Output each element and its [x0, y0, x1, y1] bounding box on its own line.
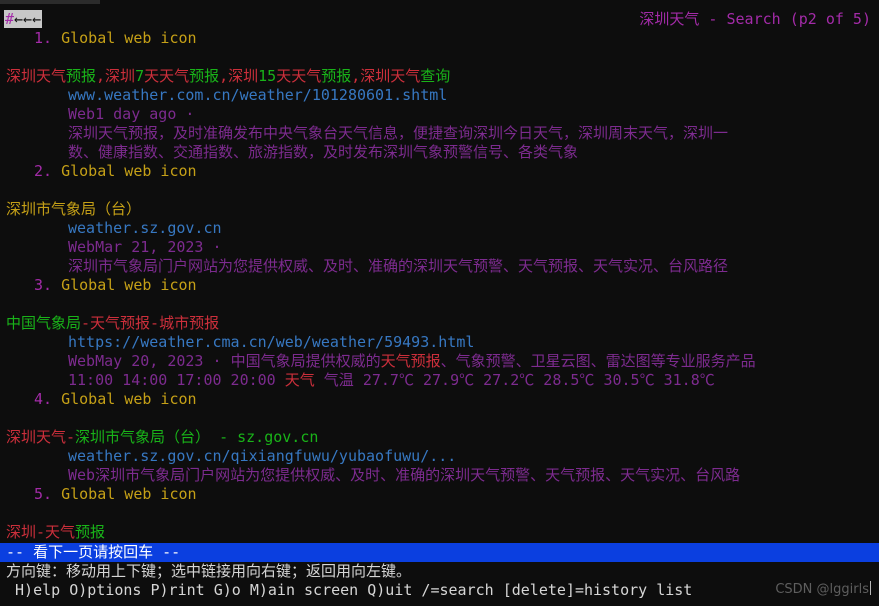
- hash-symbol: #: [5, 10, 15, 28]
- result-title[interactable]: 中国气象局-天气预报-城市预报: [0, 314, 879, 333]
- result-title[interactable]: 深圳市气象局（台）: [0, 200, 879, 219]
- result-number: 3.: [34, 276, 53, 294]
- result-url[interactable]: weather.sz.gov.cn: [0, 219, 879, 238]
- global-web-icon-label: Global web icon: [61, 29, 197, 47]
- text-cursor: [870, 581, 871, 595]
- result-url[interactable]: https://weather.cma.cn/web/weather/59493…: [0, 333, 879, 352]
- watermark-text: CSDN @lggirls: [775, 582, 869, 597]
- result-description: WebMay 20, 2023 · 中国气象局提供权威的天气预报、气象预警、卫星…: [68, 352, 756, 370]
- result-meta: WebMay 20, 2023 ·: [68, 352, 222, 370]
- command-key-list: H)elp O)ptions P)rint G)o M)ain screen Q…: [6, 581, 693, 599]
- result-meta: Web1 day ago ·: [68, 105, 195, 123]
- result-url[interactable]: weather.sz.gov.cn/qixiangfuwu/yubaofuwu/…: [0, 447, 879, 466]
- result-data-line: 11:00 14:00 17:00 20:00 天气 气温 27.7℃ 27.9…: [68, 371, 715, 389]
- back-arrows-icon: ←←←: [14, 10, 42, 28]
- result-index-line[interactable]: 2. Global web icon: [0, 162, 879, 181]
- result-title[interactable]: 深圳天气-深圳市气象局（台） - sz.gov.cn: [0, 428, 879, 447]
- result-meta: WebMar 21, 2023 ·: [68, 238, 222, 256]
- result-description: 数、健康指数、交通指数、旅游指数，及时发布深圳气象预警信号、各类气象: [68, 143, 579, 161]
- page-anchor-marker[interactable]: #←←←: [4, 10, 43, 29]
- result-title[interactable]: 深圳-天气预报: [0, 523, 879, 542]
- footer-help: 方向键：移动用上下键；选中链接用向右键；返回用向左键。 H)elp O)ptio…: [0, 562, 879, 600]
- result-index-line[interactable]: 5. Global web icon: [0, 485, 879, 504]
- result-description: 深圳天气预报，及时准确发布中央气象台天气信息，便捷查询深圳今日天气，深圳周末天气…: [68, 124, 729, 142]
- global-web-icon-label: Global web icon: [61, 276, 197, 294]
- status-bar: -- 看下一页请按回车 --: [0, 543, 879, 562]
- result-number: 2.: [34, 162, 53, 180]
- result-description: Web深圳市气象局门户网站为您提供权威、及时、准确的深圳天气预警、天气预报、天气…: [68, 466, 741, 484]
- global-web-icon-label: Global web icon: [61, 162, 197, 180]
- global-web-icon-label: Global web icon: [61, 390, 197, 408]
- search-results-list: 1. Global web icon 深圳天气预报,深圳7天天气预报,深圳15天…: [0, 29, 879, 542]
- watermark: CSDN @lggirls: [775, 581, 871, 598]
- navigation-hint: 方向键：移动用上下键；选中链接用向右键；返回用向左键。: [6, 562, 412, 580]
- result-index-line[interactable]: 4. Global web icon: [0, 390, 879, 409]
- result-meta: Web: [68, 466, 96, 484]
- result-index-line[interactable]: 1. Global web icon: [0, 29, 879, 48]
- result-description: 深圳市气象局门户网站为您提供权威、及时、准确的深圳天气预警、天气预报、天气实况、…: [68, 257, 729, 275]
- result-url[interactable]: www.weather.com.cn/weather/101280601.sht…: [0, 86, 879, 105]
- selected-link-highlight[interactable]: #←←←: [4, 10, 43, 28]
- page-title-header: 深圳天气 - Search (p2 of 5): [639, 10, 871, 28]
- result-number: 4.: [34, 390, 53, 408]
- global-web-icon-label: Global web icon: [61, 485, 197, 503]
- result-index-line[interactable]: 3. Global web icon: [0, 276, 879, 295]
- result-number: 1.: [34, 29, 53, 47]
- result-number: 5.: [34, 485, 53, 503]
- result-title[interactable]: 深圳天气预报,深圳7天天气预报,深圳15天天气预报,深圳天气查询: [0, 67, 879, 86]
- lynx-terminal-screen: #←←← 深圳天气 - Search (p2 of 5) 1. Global w…: [0, 0, 879, 606]
